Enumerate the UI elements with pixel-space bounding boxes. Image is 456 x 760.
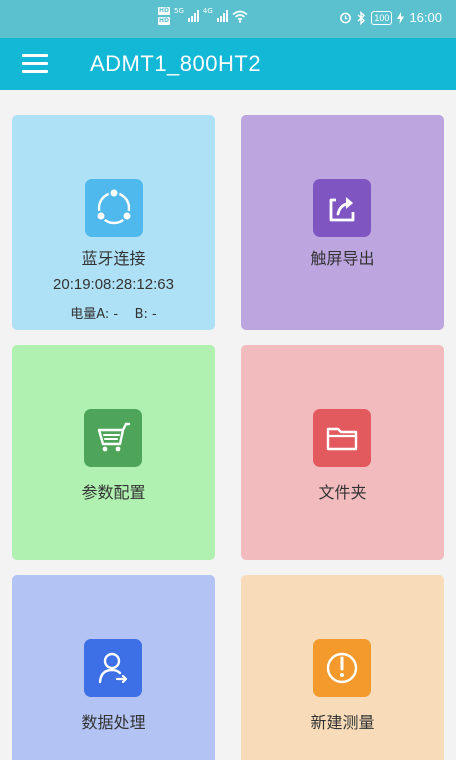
hd-badge: HD <box>158 7 171 15</box>
signal-strength-icon <box>216 10 228 22</box>
network-type-label: 4G <box>202 7 213 15</box>
card-label: 文件夹 <box>318 483 367 502</box>
card-label: 新建测量 <box>310 713 375 732</box>
battery-info: 电量A: - B: - <box>70 307 157 322</box>
touch-export-card[interactable]: 触屏导出 <box>241 115 444 330</box>
clock-time: 16:00 <box>409 10 442 25</box>
network-indicators: HD HD 5G 4G <box>158 7 248 25</box>
signal-strength-icon <box>187 10 199 22</box>
parameter-config-card[interactable]: 参数配置 <box>12 345 215 560</box>
folder-icon <box>313 409 371 467</box>
network-type-label: 5G <box>174 7 184 15</box>
charging-icon <box>397 11 405 24</box>
export-icon <box>313 179 371 237</box>
app-toolbar: ADMT1_800HT2 <box>0 38 456 90</box>
card-label: 蓝牙连接 <box>81 249 146 268</box>
hd-badge: HD <box>158 17 171 25</box>
folder-card[interactable]: 文件夹 <box>241 345 444 560</box>
bluetooth-icon <box>357 10 366 25</box>
wifi-icon <box>232 10 248 23</box>
alarm-icon <box>340 12 352 24</box>
device-address: 20:19:08:28:12:63 <box>53 276 174 293</box>
status-bar: HD HD 5G 4G 100 16:00 <box>0 0 456 38</box>
card-label: 触屏导出 <box>310 249 375 268</box>
new-measurement-card[interactable]: 新建测量 <box>241 575 444 760</box>
card-label: 参数配置 <box>81 483 146 502</box>
hamburger-menu-icon[interactable] <box>22 54 48 74</box>
page-title: ADMT1_800HT2 <box>90 51 262 76</box>
share-nodes-icon <box>85 179 143 237</box>
gauge-icon <box>313 639 371 697</box>
cart-icon <box>84 409 142 467</box>
battery-level: 100 <box>371 10 393 25</box>
card-label: 数据处理 <box>81 713 146 732</box>
system-indicators: 100 16:00 <box>339 10 442 25</box>
user-arrow-icon <box>84 639 142 697</box>
data-processing-card[interactable]: 数据处理 <box>12 575 215 760</box>
bluetooth-connect-card[interactable]: 蓝牙连接 20:19:08:28:12:63 电量A: - B: - <box>12 115 215 330</box>
